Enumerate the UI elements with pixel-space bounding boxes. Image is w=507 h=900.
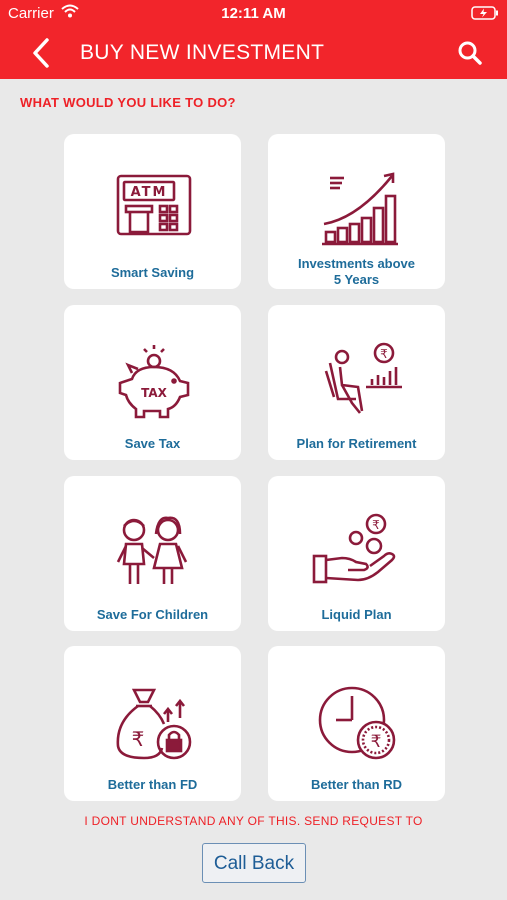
call-back-prompt: I DONT UNDERSTAND ANY OF THIS. SEND REQU… (84, 814, 423, 828)
search-icon[interactable] (457, 40, 483, 66)
svg-text:ATM: ATM (131, 185, 168, 200)
option-liquid-plan[interactable]: ₹ Liquid Plan (268, 476, 445, 631)
option-label: Better than FD (107, 777, 198, 792)
option-smart-saving[interactable]: ATM Smart Saving (64, 134, 241, 289)
children-icon (116, 516, 188, 584)
status-bar: Carrier 12:11 AM (0, 0, 507, 28)
back-arrow-icon[interactable] (27, 36, 57, 70)
section-prompt: WHAT WOULD YOU LIKE TO DO? (20, 95, 236, 110)
app-header: Carrier 12:11 AM BUY NEW INVESTMENT (0, 0, 507, 79)
option-label: Smart Saving (110, 265, 195, 280)
call-back-button[interactable]: Call Back (202, 843, 306, 883)
option-investments-above-5-years[interactable]: Investments above 5 Years (268, 134, 445, 289)
page-title: BUY NEW INVESTMENT (80, 41, 325, 64)
status-time: 12:11 AM (221, 5, 286, 22)
clock-rupee-icon: ₹ (318, 686, 396, 760)
battery-icon (471, 6, 498, 20)
svg-text:₹: ₹ (132, 727, 145, 751)
option-better-than-rd[interactable]: ₹ Better than RD (268, 646, 445, 801)
option-save-for-children[interactable]: Save For Children (64, 476, 241, 631)
hand-coins-icon: ₹ (312, 513, 396, 584)
money-bag-lock-icon: ₹ (116, 688, 192, 760)
option-label: Save Tax (124, 436, 181, 451)
nav-bar: BUY NEW INVESTMENT (0, 28, 507, 79)
option-label: Better than RD (310, 777, 402, 792)
option-label: Liquid Plan (321, 607, 392, 622)
option-better-than-fd[interactable]: ₹ Better than FD (64, 646, 241, 801)
atm-icon: ATM (116, 174, 192, 236)
piggy-bank-tax-icon: TAX (118, 345, 190, 419)
option-label: Save For Children (96, 607, 209, 622)
growth-chart-icon (322, 172, 398, 246)
option-label: Investments above 5 Years (297, 256, 416, 287)
svg-text:₹: ₹ (372, 518, 380, 532)
option-plan-for-retirement[interactable]: ₹ Plan for Retirement (268, 305, 445, 460)
svg-text:₹: ₹ (380, 347, 388, 361)
svg-text:TAX: TAX (141, 386, 168, 400)
option-save-tax[interactable]: TAX Save Tax (64, 305, 241, 460)
svg-text:₹: ₹ (371, 732, 382, 752)
retirement-chair-icon: ₹ (324, 342, 402, 414)
option-label: Plan for Retirement (296, 436, 417, 451)
